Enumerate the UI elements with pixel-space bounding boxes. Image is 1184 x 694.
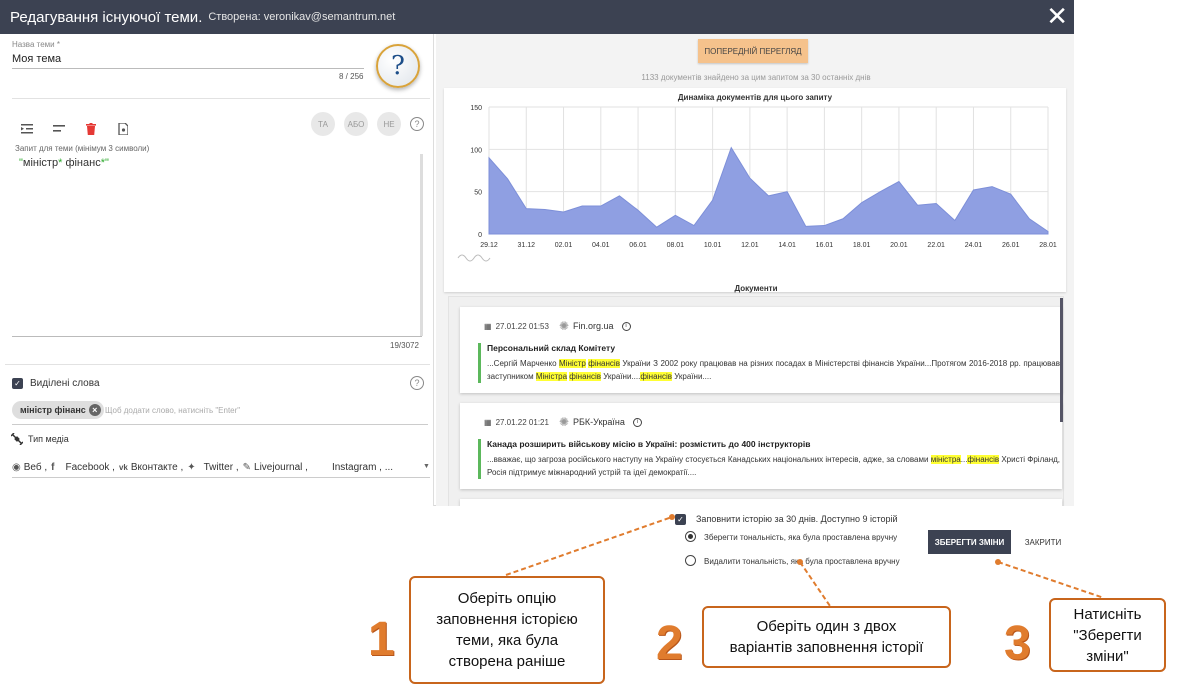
callout-step-1: Оберіть опцію заповнення історією теми, …: [409, 576, 605, 684]
callout-line: створена раніше: [448, 653, 566, 670]
arrow-1: [505, 516, 673, 576]
callout-step-2: Оберіть один з двох варіантів заповнення…: [702, 606, 951, 668]
arrow-3: [997, 561, 1105, 599]
screen: Редагування існуючої теми. Створена: ver…: [0, 0, 1184, 694]
callout-line: теми, яка була: [455, 632, 559, 649]
callout-line: "Зберегти: [1073, 626, 1142, 644]
callout-line: зміни": [1086, 647, 1129, 665]
callout-line: варіантів заповнення історії: [729, 639, 924, 656]
callout-line: Оберіть опцію: [457, 590, 557, 607]
arrow-2: [799, 561, 831, 607]
callout-line: Оберіть один з двох: [756, 618, 897, 635]
step-number-1: 1: [368, 613, 395, 666]
callout-line: Натисніть: [1073, 605, 1142, 623]
step-number-2: 2: [656, 617, 683, 670]
callout-line: заповнення історією: [436, 611, 578, 628]
callout-step-3: Натисніть "Зберегти зміни": [1049, 598, 1166, 672]
step-number-3: 3: [1004, 617, 1031, 670]
